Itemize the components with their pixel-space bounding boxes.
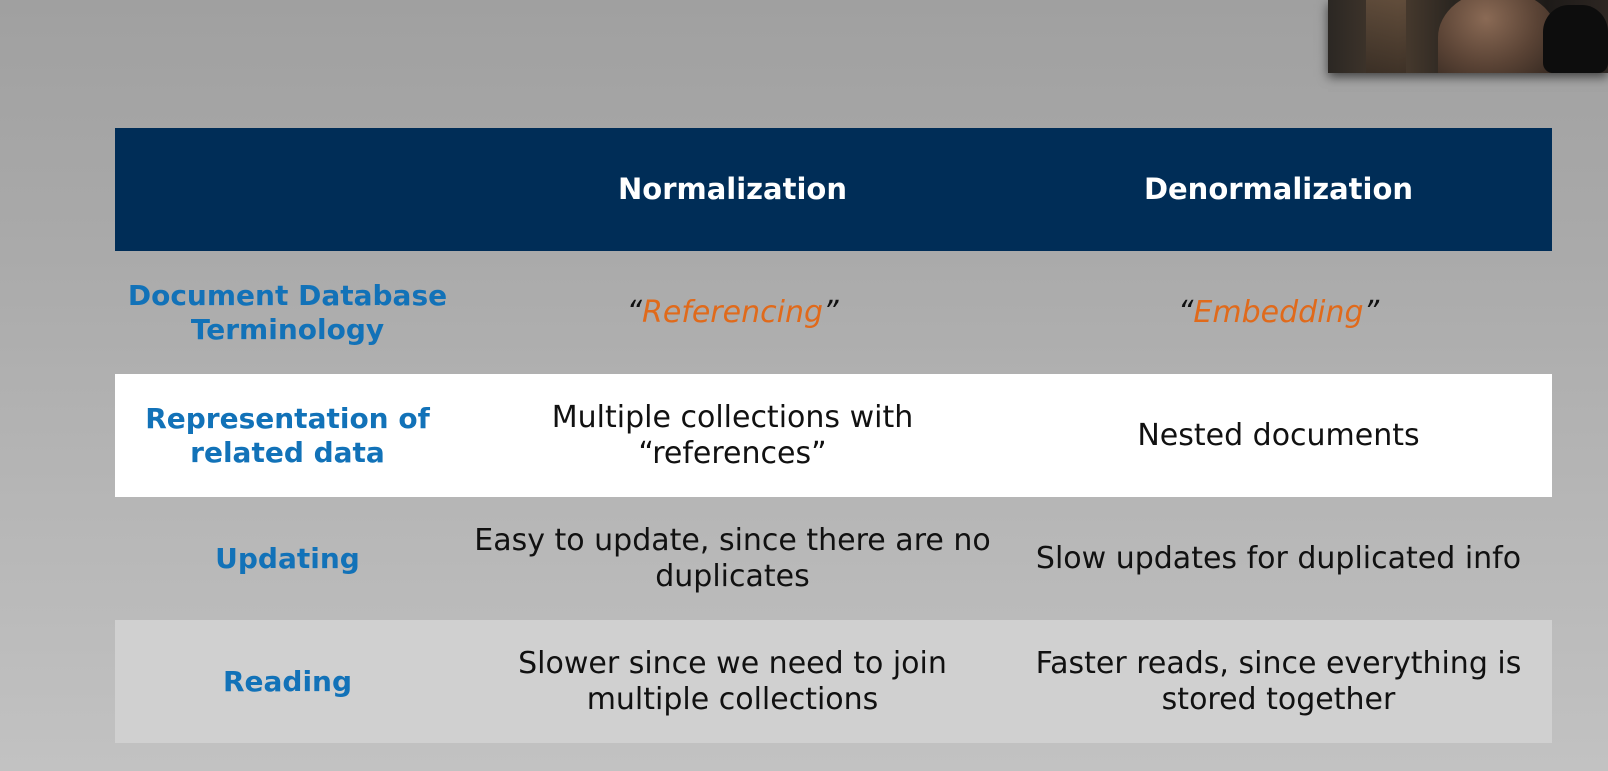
cell-denormalization-updating: Slow updates for duplicated info <box>1035 540 1522 576</box>
header-empty-cell <box>115 128 460 251</box>
embedding-term: Embedding <box>1193 294 1364 330</box>
embedding-quote: “Embedding” <box>1178 295 1379 331</box>
cell-normalization-updating: Easy to update, since there are no dupli… <box>474 522 991 594</box>
microphone-icon <box>1543 5 1608 73</box>
referencing-term: Referencing <box>641 294 823 330</box>
webcam-background-shelf <box>1366 0 1406 73</box>
header-denormalization: Denormalization <box>1143 172 1414 207</box>
cell-denormalization-representation: Nested documents <box>1137 417 1420 453</box>
comparison-table: Normalization Denormalization Document D… <box>115 128 1552 743</box>
row-label-updating: Updating <box>215 541 360 575</box>
open-quote: “ <box>626 294 642 330</box>
table-row-representation: Representation of related data Multiple … <box>115 374 1552 497</box>
cell-normalization-representation: Multiple collections with “references” <box>551 399 914 471</box>
cell-normalization-reading: Slower since we need to join multiple co… <box>518 645 947 717</box>
table-row-terminology: Document Database Terminology “Referenci… <box>115 251 1552 374</box>
close-quote: ” <box>823 294 839 330</box>
header-normalization: Normalization <box>618 172 847 207</box>
row-label-representation: Representation of related data <box>145 401 430 469</box>
referencing-quote: “Referencing” <box>626 295 838 331</box>
table-row-updating: Updating Easy to update, since there are… <box>115 497 1552 620</box>
open-quote: “ <box>1177 294 1194 330</box>
cell-denormalization-terminology: “Embedding” <box>1005 251 1552 374</box>
close-quote: ” <box>1363 294 1380 330</box>
slide: Normalization Denormalization Document D… <box>0 0 1608 771</box>
cell-normalization-terminology: “Referencing” <box>460 251 1005 374</box>
webcam-overlay <box>1328 0 1608 73</box>
row-label-reading: Reading <box>222 664 353 698</box>
cell-denormalization-reading: Faster reads, since everything is stored… <box>1035 645 1522 717</box>
webcam-presenter <box>1438 0 1558 73</box>
row-label-terminology: Document Database Terminology <box>127 278 448 346</box>
table-header-row: Normalization Denormalization <box>115 128 1552 251</box>
table-row-reading: Reading Slower since we need to join mul… <box>115 620 1552 743</box>
